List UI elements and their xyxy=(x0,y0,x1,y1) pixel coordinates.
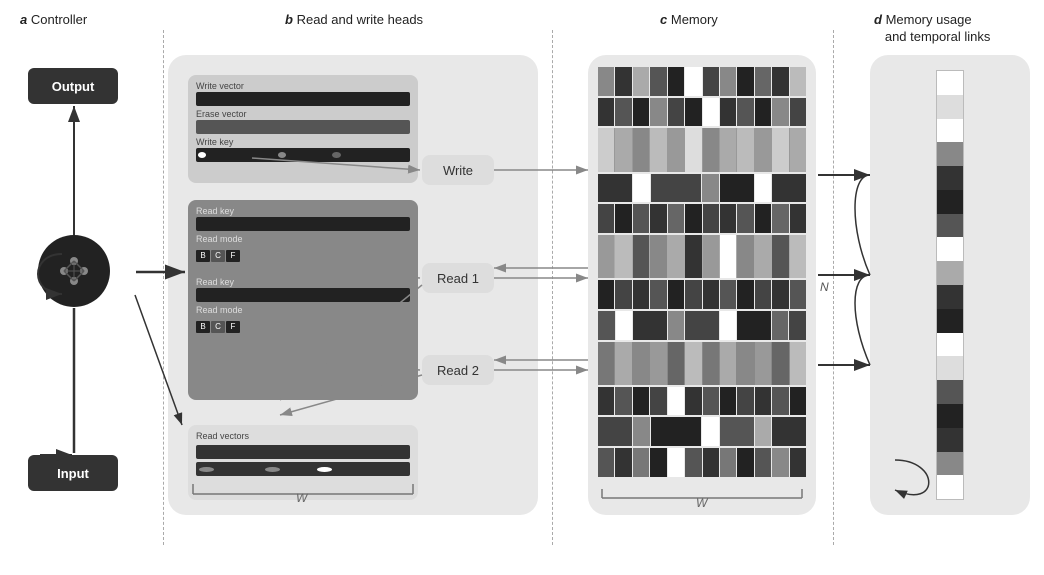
read-mode-2-label: Read mode xyxy=(196,305,410,315)
usage-strip xyxy=(936,70,964,500)
divider-ab xyxy=(163,30,164,545)
divider-bc xyxy=(552,30,553,545)
w-brace-memory-svg: W xyxy=(599,486,805,508)
svg-text:W: W xyxy=(296,491,309,502)
mem-row-7 xyxy=(598,280,806,309)
mem-row-6-highlight xyxy=(598,235,806,278)
read-vectors-label: Read vectors xyxy=(196,431,410,441)
usage-section xyxy=(870,55,1030,515)
mem-row-5 xyxy=(598,204,806,233)
mem-row-10 xyxy=(598,387,806,416)
mem-row-3 xyxy=(598,128,806,171)
mem-row-11 xyxy=(598,417,806,446)
mem-row-1 xyxy=(598,67,806,96)
output-box: Output xyxy=(28,68,118,104)
section-b-label: b Read and write heads xyxy=(285,12,423,27)
read-key-2-strip xyxy=(196,288,410,302)
nn-icon xyxy=(52,249,96,293)
section-c-label: c Memory xyxy=(660,12,718,27)
read2-button: Read 2 xyxy=(422,355,494,385)
section-a-label: a Controller xyxy=(20,12,87,27)
mem-row-12 xyxy=(598,448,806,477)
memory-section: W xyxy=(588,55,816,515)
bcf-1: B C F xyxy=(196,250,240,262)
write-key-strip xyxy=(196,148,410,162)
erase-vector-label: Erase vector xyxy=(196,109,410,119)
w-label-memory: W xyxy=(598,486,806,513)
bcf-b-1: B xyxy=(196,250,210,262)
read-heads-box: Read key Read mode B C F Read key xyxy=(188,200,418,400)
n-label: N xyxy=(820,280,829,294)
bcf-c-2: C xyxy=(211,321,225,333)
read-vector-1-strip xyxy=(196,445,410,459)
divider-cd xyxy=(833,30,834,545)
memory-grid xyxy=(598,67,806,477)
read-key-1-label: Read key xyxy=(196,206,410,216)
bcf-c-1: C xyxy=(211,250,225,262)
bcf-f-2: F xyxy=(226,321,240,333)
controller-circle xyxy=(38,235,110,307)
erase-vector-strip xyxy=(196,120,410,134)
mem-row-4 xyxy=(598,174,806,203)
write-vector-label: Write vector xyxy=(196,81,410,91)
w-label-rw: W xyxy=(188,480,418,507)
read-key-1-strip xyxy=(196,217,410,231)
write-vector-strip xyxy=(196,92,410,106)
mem-row-9-highlight xyxy=(598,342,806,385)
section-d-label: d Memory usage and temporal links xyxy=(874,12,1029,46)
read-vector-2-strip xyxy=(196,462,410,476)
w-brace-svg: W xyxy=(188,480,418,502)
input-box: Input xyxy=(28,455,118,491)
write-key-label: Write key xyxy=(196,137,410,147)
read1-button: Read 1 xyxy=(422,263,494,293)
write-head-box: Write vector Erase vector xyxy=(188,75,418,183)
mem-row-8 xyxy=(598,311,806,340)
mem-row-2 xyxy=(598,98,806,127)
svg-text:W: W xyxy=(696,496,709,508)
read-mode-1-label: Read mode xyxy=(196,234,410,244)
read-key-2-label: Read key xyxy=(196,277,410,287)
bcf-2: B C F xyxy=(196,321,240,333)
bcf-f-1: F xyxy=(226,250,240,262)
bcf-b-2: B xyxy=(196,321,210,333)
write-button: Write xyxy=(422,155,494,185)
